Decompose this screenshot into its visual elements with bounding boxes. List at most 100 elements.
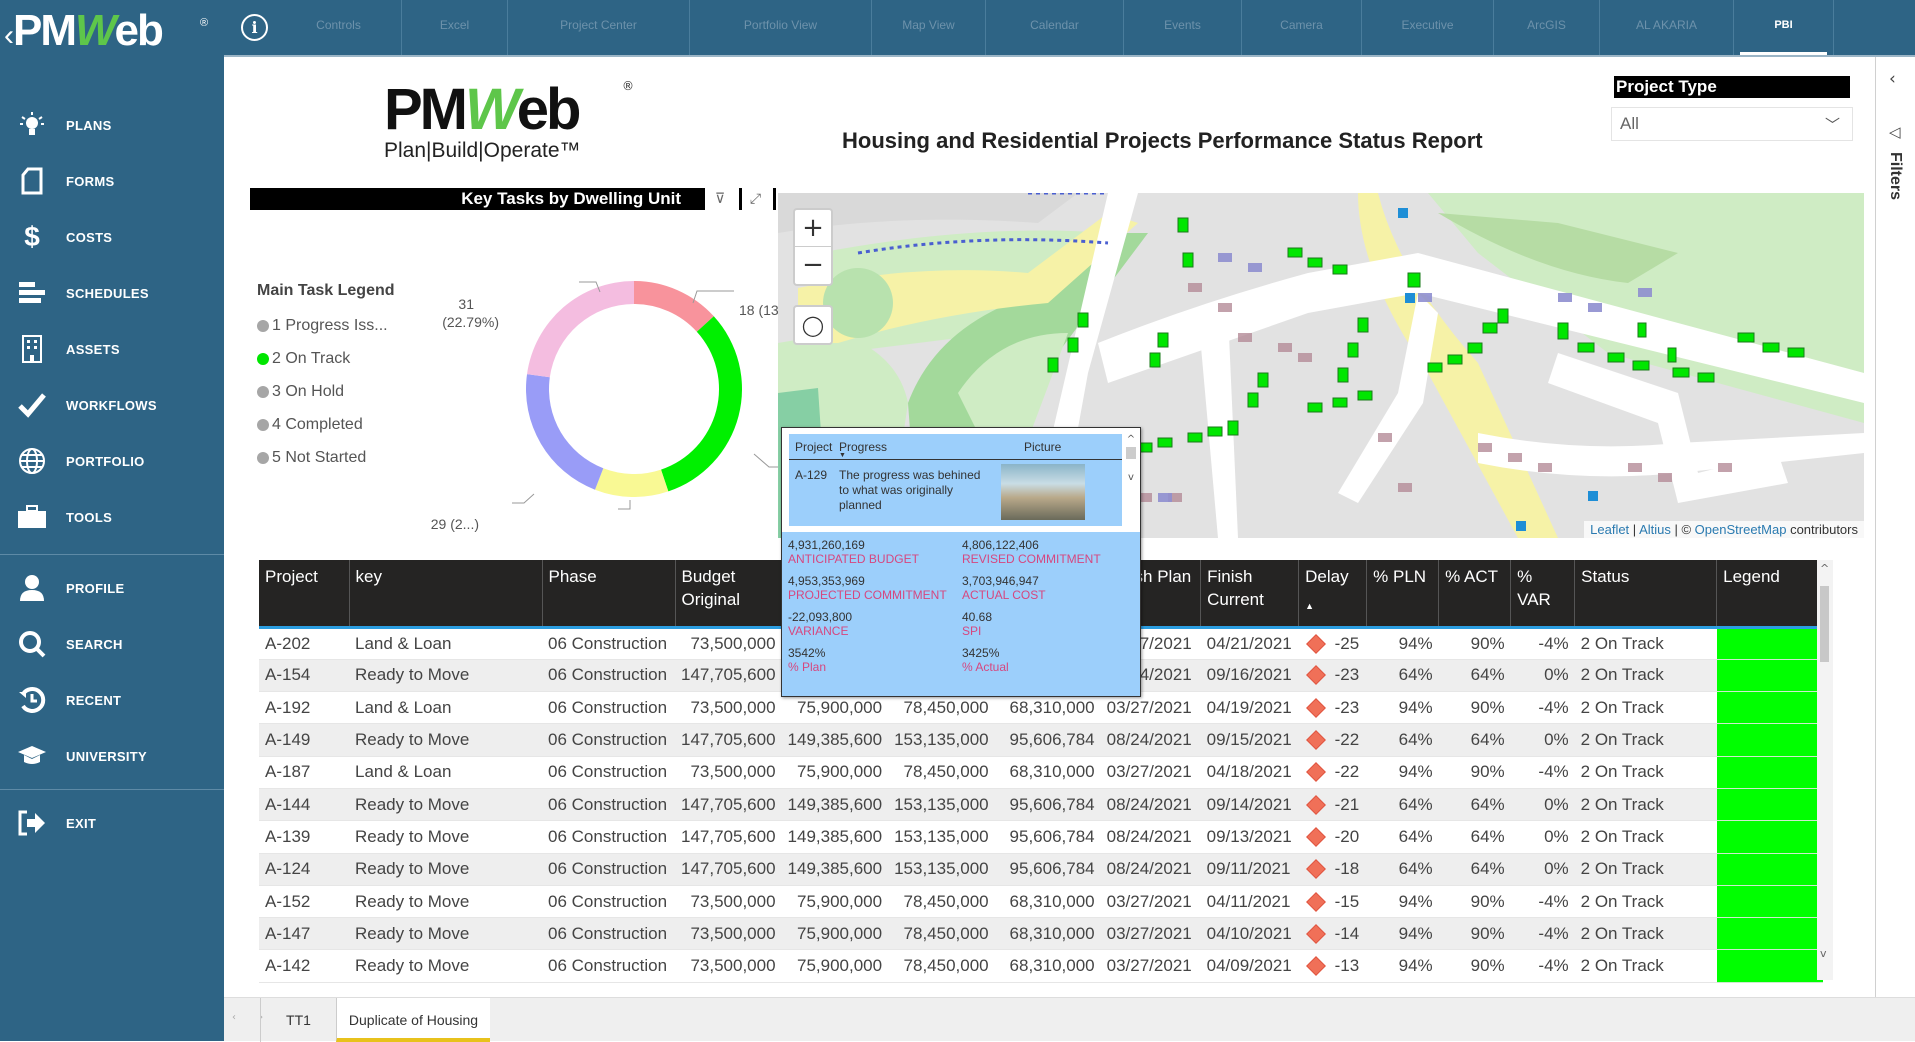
column-header-legend[interactable]: Legend <box>1716 560 1824 629</box>
table-row[interactable]: A-147 Ready to Move 06 Construction 73,500,… <box>259 917 1823 951</box>
page-tab-duplicate-of-housing[interactable]: Duplicate of Housing <box>336 998 490 1042</box>
donut-slice[interactable] <box>661 316 742 492</box>
tab-calendar[interactable]: Calendar <box>986 0 1124 56</box>
scroll-thumb[interactable] <box>1820 586 1829 662</box>
cell-act: 90% <box>1438 885 1511 919</box>
legend-item[interactable]: 5 Not Started <box>257 441 395 474</box>
column-header-var[interactable]: % VAR <box>1510 560 1576 629</box>
page-tab-tt1[interactable]: TT1 <box>260 998 336 1042</box>
cell-legend-color <box>1716 627 1823 660</box>
tooltip-col-progress[interactable]: Progress ▼ <box>839 434 1024 459</box>
sidebar-item-portfolio[interactable]: PORTFOLIO <box>0 441 224 481</box>
tooltip-col-picture[interactable]: Picture <box>1024 434 1104 459</box>
sidebar-item-workflows[interactable]: WORKFLOWS <box>0 385 224 425</box>
donut-slice[interactable] <box>594 468 669 497</box>
cell-pln: 94% <box>1366 756 1439 789</box>
cell-project: A-144 <box>259 788 349 822</box>
osm-link[interactable]: OpenStreetMap <box>1695 522 1787 537</box>
tooltip-table: Project Progress ▼ Picture A-129 The prog… <box>789 434 1122 526</box>
tab-pbi[interactable]: PBI <box>1734 0 1834 56</box>
column-header-project[interactable]: Project <box>259 560 350 629</box>
sidebar-item-label: UNIVERSITY <box>66 748 148 764</box>
leaflet-link[interactable]: Leaflet <box>1590 522 1629 537</box>
delay-diamond-icon <box>1305 891 1326 912</box>
altius-link[interactable]: Altius <box>1639 522 1671 537</box>
tab-map-view[interactable]: Map View <box>872 0 986 56</box>
tooltip-col-project[interactable]: Project <box>789 434 839 459</box>
sort-ascending-icon: ▲ <box>1305 601 1315 611</box>
table-row[interactable]: A-124 Ready to Move 06 Construction 147,705… <box>259 853 1823 886</box>
cell-legend-color <box>1716 691 1823 725</box>
lasso-icon[interactable]: ◯ <box>793 305 833 345</box>
tab-al-akaria[interactable]: AL AKARIA <box>1600 0 1734 56</box>
sidebar-item-label: PORTFOLIO <box>66 453 145 469</box>
filters-label[interactable]: Filters <box>1886 152 1904 200</box>
filter-icon[interactable]: ⊽ <box>705 188 735 210</box>
cell-phase: 06 Construction <box>542 853 675 886</box>
tab-camera[interactable]: Camera <box>1242 0 1362 56</box>
filters-pane[interactable]: ‹ ◁ Filters <box>1875 57 1915 997</box>
column-header-pln[interactable]: % PLN <box>1366 560 1440 629</box>
table-scrollbar[interactable]: ^ v <box>1817 560 1833 980</box>
lightbulb-icon <box>17 110 47 140</box>
column-header-delay[interactable]: Delay ▲ <box>1298 560 1368 629</box>
sidebar-item-costs[interactable]: $ COSTS <box>0 217 224 257</box>
donut-slice[interactable] <box>526 374 604 490</box>
tab-excel[interactable]: Excel <box>402 0 508 56</box>
metric-label: % Plan <box>788 660 827 674</box>
project-type-dropdown[interactable]: All ﹀ <box>1611 107 1853 141</box>
pmweb-logo[interactable]: ‹PMWeb ® <box>4 6 214 56</box>
donut-slice[interactable] <box>634 281 714 332</box>
cell-phase: 06 Construction <box>542 756 675 789</box>
column-header-key[interactable]: key <box>349 560 543 629</box>
table-row[interactable]: A-142 Ready to Move 06 Construction 73,500,… <box>259 949 1823 983</box>
donut-slice[interactable] <box>527 281 634 378</box>
legend-item[interactable]: 1 Progress Iss... <box>257 309 395 342</box>
column-header-budget-original[interactable]: Budget Original <box>675 560 783 629</box>
tab-portfolio-view[interactable]: Portfolio View <box>690 0 872 56</box>
table-row[interactable]: A-187 Land & Loan 06 Construction 73,500,00… <box>259 756 1823 789</box>
tab-arcgis[interactable]: ArcGIS <box>1494 0 1600 56</box>
column-header-status[interactable]: Status <box>1574 560 1718 629</box>
tab-project-center[interactable]: Project Center <box>508 0 690 56</box>
tooltip-scrollbar[interactable]: ^ v <box>1124 434 1138 526</box>
sidebar-item-forms[interactable]: FORMS <box>0 161 224 201</box>
legend-item[interactable]: 2 On Track <box>257 342 395 375</box>
table-row[interactable]: A-149 Ready to Move 06 Construction 147,705… <box>259 723 1823 757</box>
tab-controls[interactable]: Controls <box>276 0 402 56</box>
sidebar-item-profile[interactable]: PROFILE <box>0 568 224 608</box>
table-row[interactable]: A-139 Ready to Move 06 Construction 147,705… <box>259 820 1823 854</box>
column-header-phase[interactable]: Phase <box>542 560 676 629</box>
focus-mode-icon[interactable]: ⤢ <box>739 188 769 210</box>
sidebar-item-tools[interactable]: TOOLS <box>0 497 224 537</box>
zoom-out-button[interactable]: − <box>795 247 831 284</box>
tab-executive[interactable]: Executive <box>1362 0 1494 56</box>
legend-item[interactable]: 3 On Hold <box>257 375 395 408</box>
sidebar-item-label: TOOLS <box>66 509 113 525</box>
table-row[interactable]: A-144 Ready to Move 06 Construction 147,705… <box>259 788 1823 822</box>
column-header-act[interactable]: % ACT <box>1438 560 1512 629</box>
chevron-left-icon[interactable]: ‹ <box>1889 69 1896 89</box>
sidebar-item-assets[interactable]: ASSETS <box>0 329 224 369</box>
column-header-finish-current[interactable]: Finish Current <box>1200 560 1300 629</box>
info-icon[interactable]: i <box>241 14 268 41</box>
cell-act: 64% <box>1438 723 1511 757</box>
legend-item[interactable]: 4 Completed <box>257 408 395 441</box>
sidebar-item-exit[interactable]: EXIT <box>0 803 224 843</box>
sidebar-item-search[interactable]: SEARCH <box>0 624 224 664</box>
back-chevron-icon[interactable]: ‹ <box>4 19 14 52</box>
cell-budget-revised: 75,900,000 <box>781 917 889 951</box>
sidebar-item-plans[interactable]: PLANS <box>0 105 224 145</box>
sidebar-item-recent[interactable]: RECENT <box>0 680 224 720</box>
sidebar-item-label: PLANS <box>66 117 112 133</box>
cell-budget-original: 73,500,000 <box>675 949 782 983</box>
zoom-in-button[interactable]: + <box>795 210 831 247</box>
tab-events[interactable]: Events <box>1124 0 1242 56</box>
scroll-up-icon[interactable]: ^ <box>1820 562 1829 575</box>
sidebar-item-schedules[interactable]: SCHEDULES <box>0 273 224 313</box>
table-row[interactable]: A-152 Ready to Move 06 Construction 73,500,… <box>259 885 1823 919</box>
sidebar-item-university[interactable]: UNIVERSITY <box>0 736 224 776</box>
delay-diamond-icon <box>1305 794 1326 815</box>
scroll-down-icon[interactable]: v <box>1820 947 1827 960</box>
delay-value: -22 <box>1334 762 1360 782</box>
